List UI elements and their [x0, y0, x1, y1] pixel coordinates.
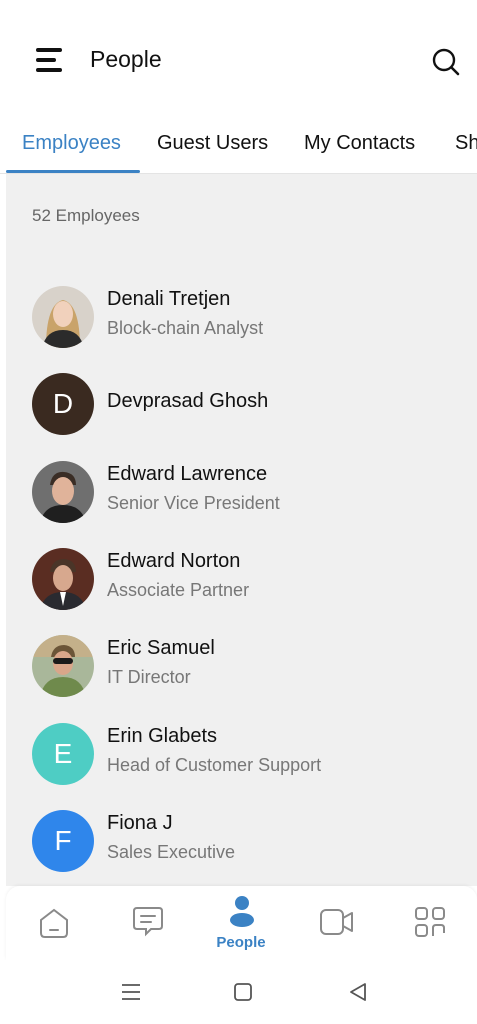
- chat-icon: [133, 907, 163, 937]
- employee-name: Erin Glabets: [107, 725, 218, 747]
- tab-shared[interactable]: Sh: [455, 132, 477, 155]
- list-item[interactable]: E Erin Glabets Head of Customer Support: [6, 715, 477, 791]
- nav-chat[interactable]: [100, 886, 194, 960]
- employee-count: 52 Employees: [32, 206, 140, 225]
- employee-list: 52 Employees Denali Tretjen Block-chain …: [6, 174, 477, 886]
- avatar: [32, 635, 94, 697]
- list-item[interactable]: Eric Samuel IT Director: [6, 627, 477, 703]
- employee-role: Head of Customer Support: [107, 755, 322, 775]
- avatar: F: [32, 810, 94, 872]
- list-item[interactable]: Edward Norton Associate Partner: [6, 540, 477, 616]
- employee-role: Associate Partner: [107, 580, 250, 600]
- nav-home[interactable]: [6, 886, 100, 960]
- list-item[interactable]: Edward Lawrence Senior Vice President: [6, 453, 477, 529]
- avatar: [32, 548, 94, 610]
- nav-people-label: People: [216, 934, 266, 951]
- employee-role: Block-chain Analyst: [107, 318, 264, 338]
- nav-people[interactable]: People: [194, 886, 288, 960]
- tab-guest-users[interactable]: Guest Users: [157, 132, 268, 155]
- bottom-navigation: People: [6, 886, 477, 960]
- employee-name: Edward Lawrence: [107, 463, 268, 485]
- search-icon[interactable]: [430, 46, 462, 78]
- system-navigation-bar: [0, 960, 477, 1024]
- employee-name: Fiona J: [107, 812, 173, 834]
- employee-role: IT Director: [107, 667, 191, 687]
- employee-name: Devprasad Ghosh: [107, 390, 269, 412]
- list-item[interactable]: D Devprasad Ghosh: [6, 365, 477, 441]
- employee-name: Denali Tretjen: [107, 288, 231, 310]
- avatar: [32, 461, 94, 523]
- avatar: D: [32, 373, 94, 435]
- home-icon: [40, 908, 68, 938]
- apps-grid-icon: [415, 907, 445, 937]
- nav-apps[interactable]: [382, 886, 476, 960]
- hamburger-menu-icon[interactable]: [36, 48, 66, 74]
- list-item[interactable]: F Fiona J Sales Executive: [6, 802, 477, 878]
- recent-apps-icon[interactable]: [116, 978, 146, 1006]
- page-title: People: [90, 46, 162, 72]
- person-icon: [230, 896, 254, 927]
- video-call-icon: [320, 909, 353, 935]
- employee-name: Edward Norton: [107, 550, 241, 572]
- tab-bar: Employees Guest Users My Contacts Sh: [0, 116, 477, 174]
- avatar: E: [32, 723, 94, 785]
- top-app-bar: People: [0, 26, 477, 94]
- back-triangle-icon[interactable]: [343, 978, 373, 1006]
- avatar: [32, 286, 94, 348]
- list-item[interactable]: Denali Tretjen Block-chain Analyst: [6, 278, 477, 354]
- employee-name: Eric Samuel: [107, 637, 215, 659]
- home-square-icon[interactable]: [228, 978, 258, 1006]
- nav-video[interactable]: [288, 886, 382, 960]
- tab-my-contacts[interactable]: My Contacts: [304, 132, 415, 155]
- employee-role: Sales Executive: [107, 842, 236, 862]
- tab-employees[interactable]: Employees: [22, 132, 121, 155]
- employee-role: Senior Vice President: [107, 493, 280, 513]
